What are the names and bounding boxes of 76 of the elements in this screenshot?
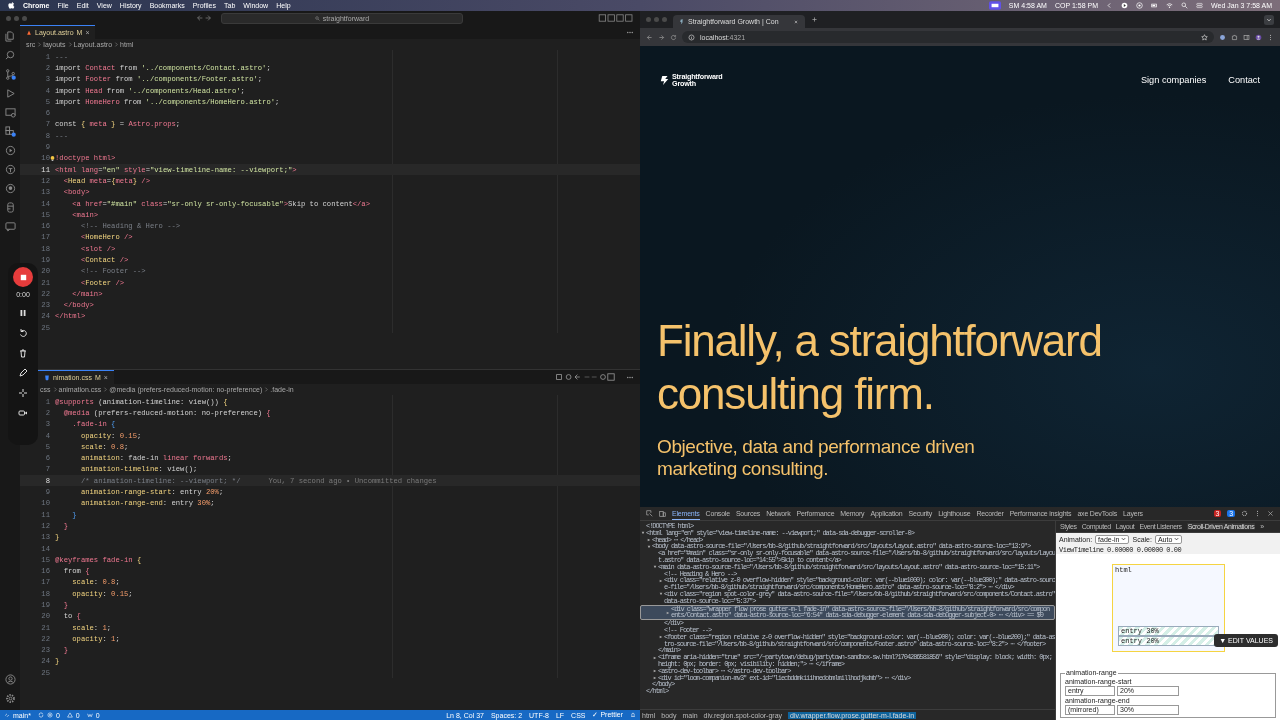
extensions-icon[interactable] <box>4 126 16 137</box>
disclosure-icon[interactable] <box>653 565 657 570</box>
new-tab-icon[interactable] <box>811 16 818 23</box>
record-icon[interactable] <box>1136 2 1144 9</box>
hero-heading: consulting firm. <box>657 367 935 420</box>
back-icon[interactable] <box>646 33 653 41</box>
chat-icon[interactable] <box>4 221 16 232</box>
search-icon[interactable] <box>4 50 16 61</box>
tab-search-icon[interactable] <box>1264 14 1274 25</box>
hero-heading: Finally, a straightforward <box>657 314 1103 367</box>
chevron-icon <box>67 42 72 47</box>
restart-icon[interactable] <box>18 328 28 338</box>
inspect-icon[interactable] <box>646 510 653 517</box>
accessibility-icon[interactable] <box>4 164 16 175</box>
files-icon[interactable] <box>4 31 16 42</box>
settings-icon[interactable] <box>4 693 16 704</box>
play-icon[interactable] <box>1121 2 1129 9</box>
reload-icon[interactable] <box>670 33 677 41</box>
chevron-icon <box>37 42 42 47</box>
info-icon[interactable] <box>688 33 695 41</box>
figma-icon[interactable] <box>4 202 16 213</box>
nav-link[interactable]: Contact <box>1228 75 1260 86</box>
disclosure-icon[interactable] <box>647 544 651 549</box>
chevron-icon <box>52 387 57 392</box>
search-icon[interactable] <box>1181 2 1189 9</box>
disclosure-icon[interactable] <box>647 538 651 542</box>
recorder-icon[interactable] <box>988 1 1001 10</box>
nav-link[interactable]: Sign companies <box>1140 75 1207 86</box>
layout-icon[interactable] <box>598 14 634 22</box>
more-icon[interactable] <box>1254 510 1261 517</box>
hero-subtitle: marketing consulting. <box>657 457 830 480</box>
bell-icon[interactable] <box>630 712 636 718</box>
menu-icon[interactable] <box>1267 33 1274 41</box>
disclosure-icon[interactable] <box>659 592 663 597</box>
logo-icon <box>679 18 685 25</box>
source-control-icon[interactable] <box>4 69 16 80</box>
settings-icon[interactable] <box>1241 510 1248 517</box>
chevron-icon <box>103 387 108 392</box>
star-icon[interactable] <box>1201 33 1208 41</box>
stop-button[interactable] <box>13 267 33 287</box>
logo-icon[interactable] <box>660 74 669 86</box>
caret-icon <box>1121 537 1127 541</box>
control-center-icon[interactable] <box>1196 2 1204 9</box>
close-icon[interactable] <box>1267 510 1274 517</box>
lightbulb-icon[interactable] <box>50 154 55 162</box>
chevron-icon <box>114 42 119 47</box>
wifi-icon[interactable] <box>1166 2 1174 9</box>
github-icon[interactable] <box>4 183 16 194</box>
timeline-icon[interactable] <box>4 145 16 156</box>
css-file-icon <box>44 374 50 381</box>
forward-icon[interactable] <box>658 33 665 41</box>
more-icon[interactable] <box>626 30 634 34</box>
error-icon <box>46 712 53 718</box>
more-icon[interactable] <box>626 375 634 379</box>
apple-icon[interactable] <box>8 1 15 10</box>
battery-icon[interactable] <box>1151 2 1159 9</box>
stop-icon <box>18 272 28 282</box>
pen-icon[interactable] <box>18 368 28 378</box>
close-icon[interactable] <box>793 18 799 25</box>
pause-icon[interactable] <box>18 308 28 318</box>
run-debug-icon[interactable] <box>4 88 16 99</box>
sidebar-icon[interactable] <box>1243 33 1250 41</box>
chevron-icon <box>264 387 269 392</box>
account-icon[interactable] <box>4 674 16 685</box>
sparkle-icon[interactable] <box>18 388 28 398</box>
device-icon[interactable] <box>659 510 666 517</box>
camera-icon[interactable] <box>18 408 28 418</box>
hero-subtitle: Objective, data and performance driven <box>657 435 976 458</box>
avatar-icon[interactable] <box>1255 33 1262 41</box>
extension-icon[interactable] <box>1219 33 1226 41</box>
search-icon <box>314 15 320 21</box>
back-forward-icon[interactable] <box>195 14 213 22</box>
warning-icon <box>66 712 73 718</box>
trash-icon[interactable] <box>18 348 28 358</box>
puzzle-icon[interactable] <box>1231 33 1238 41</box>
caret-icon <box>1174 537 1180 541</box>
